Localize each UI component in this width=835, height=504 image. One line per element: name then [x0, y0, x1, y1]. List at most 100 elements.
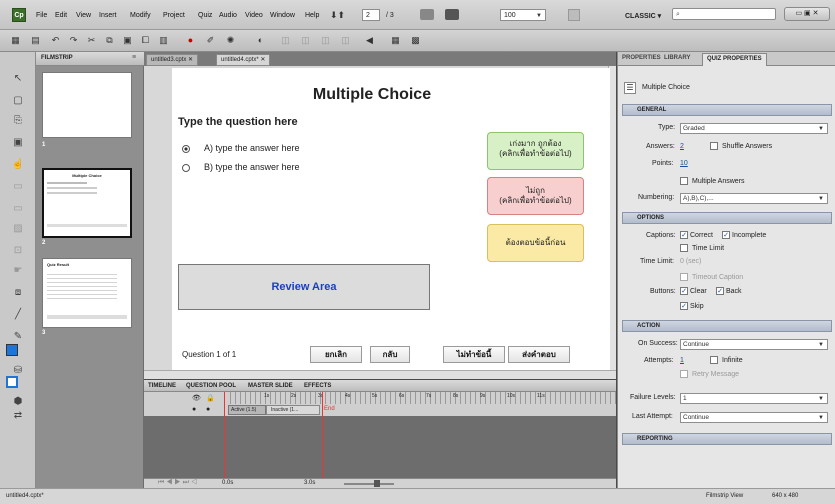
tab-untitled4[interactable]: untitled4.cptx* ✕ [216, 54, 271, 66]
cut-icon[interactable]: ✂ [86, 35, 97, 46]
workspace-switcher[interactable]: CLASSIC ▾ [625, 12, 661, 20]
on-success-select[interactable]: Continue ▼ [680, 339, 828, 350]
undo-icon[interactable]: ↶ [50, 35, 61, 46]
eyedropper-icon[interactable]: ⬢ [11, 395, 25, 409]
clear-checkbox[interactable]: ✓ [680, 287, 688, 295]
tab-quiz-properties[interactable]: QUIZ PROPERTIES [702, 53, 767, 66]
menu-file[interactable]: File [36, 12, 47, 19]
timeline-ruler[interactable] [226, 392, 616, 404]
menu-video[interactable]: Video [245, 12, 263, 19]
nav-arrows-icon[interactable]: ⬇⬆ [330, 10, 345, 21]
menu-modify[interactable]: Modify [130, 12, 151, 19]
points-value[interactable]: 10 [680, 160, 688, 167]
last-attempt-select[interactable]: Continue ▼ [680, 412, 828, 423]
time-limit-checkbox[interactable] [680, 244, 688, 252]
menu-project[interactable]: Project [163, 12, 185, 19]
section-reporting[interactable]: REPORTING [622, 433, 832, 445]
tab-untitled3[interactable]: untitled3.cptx ✕ [146, 54, 199, 66]
save-icon[interactable]: ▤ [30, 35, 41, 46]
section-action[interactable]: ACTION [622, 320, 832, 332]
new-icon[interactable]: ▦ [10, 35, 21, 46]
fill-color-swatch[interactable] [6, 344, 18, 356]
menu-help[interactable]: Help [305, 12, 319, 19]
time-field-1[interactable]: 0.0s [222, 480, 233, 486]
incorrect-caption[interactable]: ไม่ถูก (คลิกเพื่อทำข้อต่อไป) [487, 177, 584, 215]
distribute-icon[interactable]: ◫ [300, 35, 311, 46]
end-line[interactable] [322, 392, 323, 488]
select-tool-icon[interactable]: ↖ [11, 72, 25, 86]
section-options[interactable]: OPTIONS [622, 212, 832, 224]
type-select[interactable]: Graded ▼ [680, 123, 828, 134]
text-entry-tool-icon[interactable]: ▭ [11, 202, 25, 216]
pencil-tool-icon[interactable]: ✎ [11, 330, 25, 344]
zoom-slider-thumb[interactable] [374, 480, 380, 487]
slide-thumb-2[interactable]: Multiple Choice [42, 168, 132, 238]
section-general[interactable]: GENERAL [622, 104, 832, 116]
slide-thumb-3[interactable]: Quiz Result [42, 258, 132, 328]
menu-audio[interactable]: Audio [219, 12, 237, 19]
lock-icon[interactable]: 🔒 [206, 394, 215, 402]
click-box-tool-icon[interactable]: ☝ [11, 158, 25, 172]
fit-icon[interactable] [568, 9, 580, 21]
tab-effects[interactable]: EFFECTS [304, 381, 331, 391]
slide-title[interactable]: Multiple Choice [172, 86, 572, 104]
answers-value[interactable]: 2 [680, 143, 684, 150]
incomplete-caption[interactable]: ต้องตอบข้อนี้ก่อน [487, 224, 584, 262]
stroke-color-swatch[interactable] [6, 376, 18, 388]
publish-icon[interactable] [445, 9, 459, 20]
answer-b-text[interactable]: B) type the answer here [204, 162, 300, 172]
close-icon[interactable]: ✕ [188, 57, 193, 63]
skip-button[interactable]: ไม่ทำข้อนี้ [443, 346, 505, 363]
attempts-value[interactable]: 1 [680, 357, 684, 364]
zoom-slider[interactable] [344, 483, 394, 485]
stage-horizontal-scrollbar[interactable] [144, 370, 616, 379]
timeout-caption-checkbox[interactable] [680, 273, 688, 281]
time-limit-value[interactable]: 0 (sec) [680, 258, 701, 265]
audio-icon[interactable]: ◐ [255, 35, 266, 46]
mouse-tool-icon[interactable]: ☛ [11, 264, 25, 278]
image-tool-icon[interactable]: ▨ [11, 222, 25, 236]
close-icon[interactable]: ✕ [260, 57, 265, 63]
record-slide-icon[interactable]: ● [185, 35, 196, 46]
group-icon[interactable]: ◫ [340, 35, 351, 46]
lock-dot[interactable]: ● [206, 406, 210, 413]
zoom-select[interactable]: 100 ▼ [500, 9, 546, 21]
animation-tool-icon[interactable]: ⧈ [11, 286, 25, 300]
search-input[interactable]: ⌕ [672, 8, 776, 20]
clear-button[interactable]: ยกเลิก [310, 346, 362, 363]
radio-answer-b[interactable] [182, 164, 190, 172]
window-controls[interactable]: ▭ ▣ ✕ [784, 7, 830, 21]
align-icon[interactable]: ◫ [280, 35, 291, 46]
copy-icon[interactable]: ⧉ [104, 35, 115, 46]
tab-properties[interactable]: PROPERTIES [622, 55, 661, 61]
back-checkbox[interactable]: ✓ [716, 287, 724, 295]
numbering-select[interactable]: A),B),C),... ▼ [680, 193, 828, 204]
duplicate-icon[interactable]: ⧠ [140, 35, 151, 46]
menu-insert[interactable]: Insert [99, 12, 117, 19]
tab-library[interactable]: LIBRARY [664, 55, 690, 61]
redo-icon[interactable]: ↷ [68, 35, 79, 46]
incomplete-checkbox[interactable]: ✓ [722, 231, 730, 239]
highlight-tool-icon[interactable]: ▣ [11, 136, 25, 150]
object-icon[interactable]: ✐ [205, 35, 216, 46]
timeline-active-bar[interactable]: Active (1.5) [228, 405, 266, 415]
failure-levels-select[interactable]: 1 ▼ [680, 393, 828, 404]
swap-colors-icon[interactable]: ⇄ [11, 409, 25, 423]
visibility-dot[interactable]: ● [192, 406, 196, 413]
menu-quiz[interactable]: Quiz [198, 12, 212, 19]
record-icon[interactable] [420, 9, 434, 20]
tab-master-slide[interactable]: MASTER SLIDE [248, 381, 293, 391]
correct-checkbox[interactable]: ✓ [680, 231, 688, 239]
multiple-answers-checkbox[interactable] [680, 177, 688, 185]
infinite-checkbox[interactable] [710, 356, 718, 364]
page-number-input[interactable]: 2 [362, 9, 380, 21]
time-field-2[interactable]: 3.0s [304, 480, 315, 486]
question-text[interactable]: Type the question here [178, 116, 298, 128]
panel-menu-icon[interactable]: ≡ [132, 54, 136, 61]
menu-edit[interactable]: Edit [55, 12, 67, 19]
slide-thumb-1[interactable] [42, 72, 132, 138]
delete-icon[interactable]: ▥ [158, 35, 169, 46]
grid-icon[interactable]: ▦ [390, 35, 401, 46]
line-tool-icon[interactable]: ╱ [11, 308, 25, 322]
resize-icon[interactable]: ◫ [320, 35, 331, 46]
